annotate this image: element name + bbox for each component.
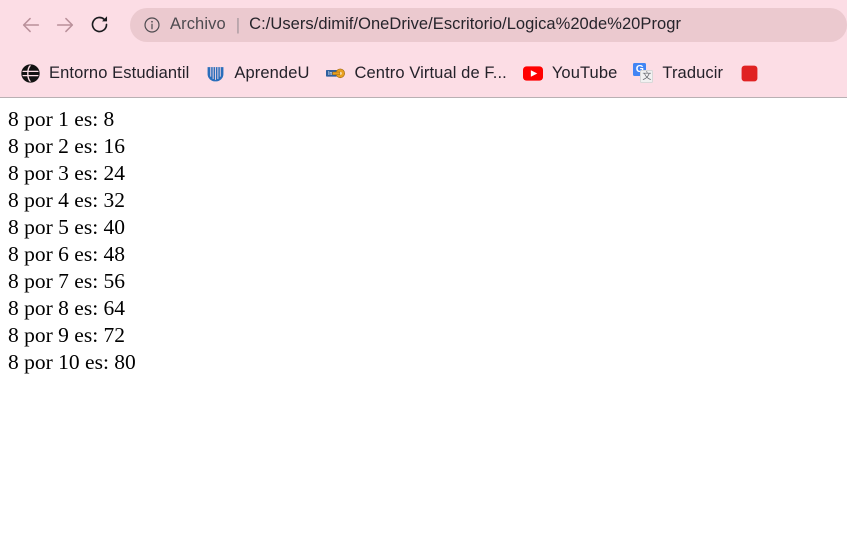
back-button[interactable] xyxy=(14,8,48,42)
address-bar[interactable]: Archivo | C:/Users/dimif/OneDrive/Escrit… xyxy=(130,7,847,42)
bookmark-aprendeu[interactable]: AprendeU xyxy=(197,57,317,89)
youtube-icon xyxy=(522,63,543,83)
output-line: 8 por 10 es: 80 xyxy=(8,350,136,374)
output-line: 8 por 6 es: 48 xyxy=(8,242,126,266)
bookmarks-bar: Entorno Estudiantil AprendeU Inc Centro … xyxy=(0,49,847,98)
arrow-left-icon xyxy=(20,14,42,36)
output-line: 8 por 1 es: 8 xyxy=(8,107,115,131)
aprendeu-fan-icon xyxy=(205,63,225,83)
google-translate-icon: G 文 xyxy=(633,63,654,83)
reload-icon xyxy=(89,14,110,35)
bookmark-youtube[interactable]: YouTube xyxy=(515,57,626,89)
output-line: 8 por 8 es: 64 xyxy=(8,296,126,320)
output-line: 8 por 5 es: 40 xyxy=(8,215,126,239)
partial-bookmark-icon xyxy=(739,63,759,83)
bookmark-label: YouTube xyxy=(551,63,618,82)
bookmark-centro-virtual[interactable]: Inc Centro Virtual de F... xyxy=(318,57,515,89)
arrow-right-icon xyxy=(54,14,76,36)
bookmark-label: AprendeU xyxy=(234,63,310,82)
info-circle-icon[interactable] xyxy=(142,15,162,35)
output-line: 8 por 7 es: 56 xyxy=(8,269,126,293)
browser-window: Archivo | C:/Users/dimif/OneDrive/Escrit… xyxy=(0,0,847,535)
bookmark-label: Entorno Estudiantil xyxy=(49,63,190,82)
output-line: 8 por 3 es: 24 xyxy=(8,161,126,185)
output-line: 8 por 2 es: 16 xyxy=(8,134,126,158)
page-content: 8 por 1 es: 8 8 por 2 es: 16 8 por 3 es:… xyxy=(0,98,847,535)
bookmark-label: Centro Virtual de F... xyxy=(354,63,507,82)
bookmark-traducir[interactable]: G 文 Traducir xyxy=(625,57,731,89)
bookmark-entorno-estudiantil[interactable]: Entorno Estudiantil xyxy=(12,57,197,89)
globe-icon xyxy=(20,63,40,83)
reload-button[interactable] xyxy=(82,8,116,42)
address-separator: | xyxy=(235,14,241,34)
translate-char-square: 文 xyxy=(640,70,654,83)
output-line: 8 por 9 es: 72 xyxy=(8,323,126,347)
address-url-text[interactable]: C:/Users/dimif/OneDrive/Escritorio/Logic… xyxy=(249,15,847,34)
forward-button[interactable] xyxy=(48,8,82,42)
bookmark-partial-clipped[interactable] xyxy=(731,57,765,89)
address-scheme-label: Archivo xyxy=(170,15,226,33)
bookmark-label: Traducir xyxy=(662,63,724,82)
key-icon: Inc xyxy=(326,63,346,83)
output-line: 8 por 4 es: 32 xyxy=(8,188,126,212)
browser-toolbar: Archivo | C:/Users/dimif/OneDrive/Escrit… xyxy=(0,0,847,49)
